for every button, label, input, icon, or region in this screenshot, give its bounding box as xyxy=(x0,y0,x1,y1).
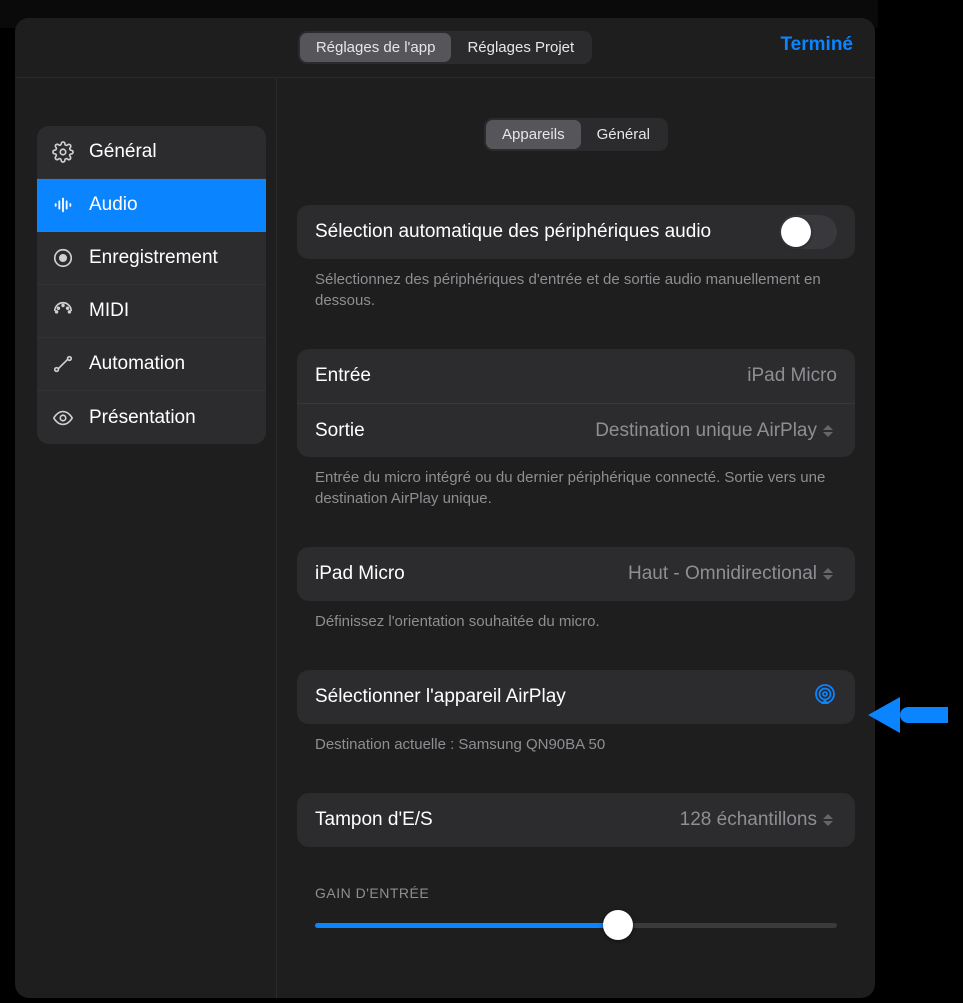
settings-scope-segmented: Réglages de l'app Réglages Projet xyxy=(298,31,592,64)
sidebar-item-audio[interactable]: Audio xyxy=(37,179,266,232)
auto-select-switch[interactable] xyxy=(779,215,837,249)
switch-knob xyxy=(781,217,811,247)
subtab-general[interactable]: Général xyxy=(581,120,666,149)
sidebar-item-automation[interactable]: Automation xyxy=(37,338,266,391)
callout-arrow-icon xyxy=(868,693,948,742)
buffer-label: Tampon d'E/S xyxy=(315,809,433,831)
sidebar-item-midi[interactable]: MIDI xyxy=(37,285,266,338)
midi-icon xyxy=(51,299,75,323)
sidebar-item-label: Général xyxy=(89,141,157,163)
settings-sidebar: Général Audio Enregistrement xyxy=(15,78,277,998)
eye-icon xyxy=(51,406,75,430)
chevron-updown-icon xyxy=(823,565,837,583)
sidebar-item-view[interactable]: Présentation xyxy=(37,391,266,444)
slider-thumb[interactable] xyxy=(603,910,633,940)
airplay-select-row[interactable]: Sélectionner l'appareil AirPlay xyxy=(297,670,855,724)
airplay-label: Sélectionner l'appareil AirPlay xyxy=(315,686,566,708)
waveform-icon xyxy=(51,193,75,217)
buffer-value: 128 échantillons xyxy=(680,809,837,831)
mic-help: Définissez l'orientation souhaitée du mi… xyxy=(297,601,855,632)
input-label: Entrée xyxy=(315,365,371,387)
slider-track xyxy=(315,923,837,928)
input-gain-slider[interactable] xyxy=(297,911,855,939)
tab-app-settings[interactable]: Réglages de l'app xyxy=(300,33,452,62)
sidebar-item-label: Audio xyxy=(89,194,138,216)
sidebar-item-label: Enregistrement xyxy=(89,247,218,269)
input-gain-header: GAIN D'ENTRÉE xyxy=(297,885,855,911)
done-button[interactable]: Terminé xyxy=(780,34,853,56)
sidebar-item-label: Présentation xyxy=(89,407,196,429)
mic-orientation-row[interactable]: iPad Micro Haut - Omnidirectional xyxy=(297,547,855,601)
auto-select-row: Sélection automatique des périphériques … xyxy=(297,205,855,259)
auto-select-help: Sélectionnez des périphériques d'entrée … xyxy=(297,259,855,311)
io-buffer-row[interactable]: Tampon d'E/S 128 échantillons xyxy=(297,793,855,847)
output-value: Destination unique AirPlay xyxy=(595,420,837,442)
record-icon xyxy=(51,246,75,270)
settings-content: Appareils Général Sélection automatique … xyxy=(277,78,875,998)
sidebar-item-general[interactable]: Général xyxy=(37,126,266,179)
automation-icon xyxy=(51,352,75,376)
subtab-devices[interactable]: Appareils xyxy=(486,120,581,149)
mic-value: Haut - Omnidirectional xyxy=(628,563,837,585)
io-help: Entrée du micro intégré ou du dernier pé… xyxy=(297,457,855,509)
mic-label: iPad Micro xyxy=(315,563,405,585)
audio-subtabs: Appareils Général xyxy=(484,118,668,151)
auto-select-label: Sélection automatique des périphériques … xyxy=(315,221,711,243)
airplay-help: Destination actuelle : Samsung QN90BA 50 xyxy=(297,724,855,755)
sidebar-item-recording[interactable]: Enregistrement xyxy=(37,232,266,285)
input-value: iPad Micro xyxy=(747,365,837,387)
chevron-updown-icon xyxy=(823,422,837,440)
settings-modal: Réglages de l'app Réglages Projet Termin… xyxy=(15,18,875,998)
input-device-row[interactable]: Entrée iPad Micro xyxy=(297,349,855,403)
tab-project-settings[interactable]: Réglages Projet xyxy=(451,33,590,62)
modal-header: Réglages de l'app Réglages Projet Termin… xyxy=(15,18,875,78)
chevron-updown-icon xyxy=(823,811,837,829)
slider-fill xyxy=(315,923,618,928)
airplay-icon xyxy=(813,683,837,712)
sidebar-item-label: Automation xyxy=(89,353,185,375)
output-label: Sortie xyxy=(315,420,365,442)
gear-icon xyxy=(51,140,75,164)
sidebar-item-label: MIDI xyxy=(89,300,129,322)
output-device-row[interactable]: Sortie Destination unique AirPlay xyxy=(297,403,855,457)
